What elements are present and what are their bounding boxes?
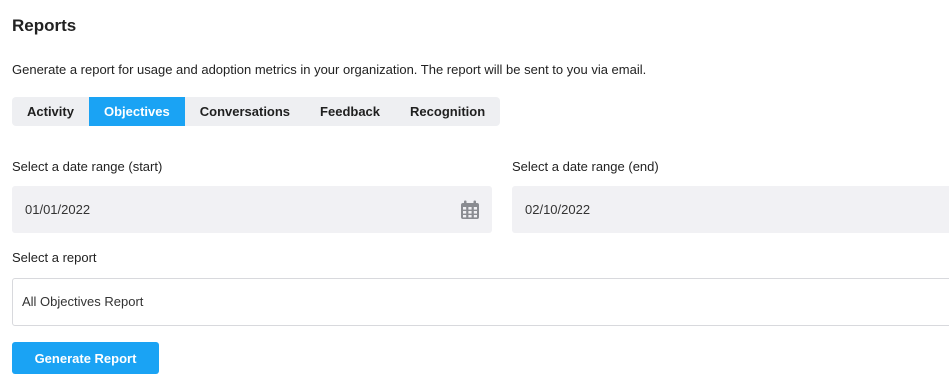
end-date-field[interactable]: 02/10/2022: [512, 186, 949, 233]
start-date-value: 01/01/2022: [25, 202, 91, 217]
tab-recognition[interactable]: Recognition: [395, 97, 500, 126]
end-date-label: Select a date range (end): [512, 159, 659, 174]
report-select-value: All Objectives Report: [22, 294, 144, 309]
start-date-label: Select a date range (start): [12, 159, 163, 174]
report-select[interactable]: All Objectives Report: [12, 278, 949, 326]
tab-feedback[interactable]: Feedback: [305, 97, 395, 126]
generate-report-button[interactable]: Generate Report: [12, 342, 159, 374]
tab-objectives[interactable]: Objectives: [88, 97, 185, 126]
page-title: Reports: [12, 16, 77, 35]
tab-conversations[interactable]: Conversations: [185, 97, 305, 126]
report-select-label: Select a report: [12, 250, 97, 265]
calendar-icon[interactable]: [460, 200, 480, 220]
report-tabs: Activity Objectives Conversations Feedba…: [12, 97, 501, 126]
start-date-field[interactable]: 01/01/2022: [12, 186, 492, 233]
page-description: Generate a report for usage and adoption…: [12, 62, 647, 77]
end-date-value: 02/10/2022: [525, 202, 591, 217]
tab-activity[interactable]: Activity: [12, 97, 89, 126]
